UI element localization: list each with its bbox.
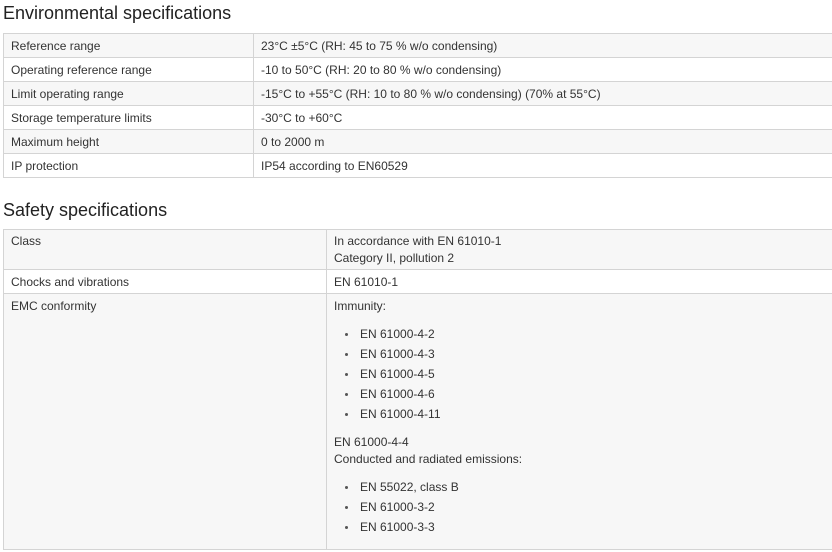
spec-value: 23°C ±5°C (RH: 45 to 75 % w/o condensing… — [253, 33, 832, 58]
list-item: EN 61000-4-11 — [345, 404, 832, 424]
spec-value: IP54 according to EN60529 — [253, 153, 832, 178]
table-row: Maximum height 0 to 2000 m — [3, 129, 832, 154]
environmental-specifications-table: Reference range 23°C ±5°C (RH: 45 to 75 … — [3, 33, 832, 178]
spec-value: -10 to 50°C (RH: 20 to 80 % w/o condensi… — [253, 57, 832, 82]
spec-label: Class — [3, 229, 327, 270]
list-item: EN 61000-4-2 — [345, 324, 832, 344]
spec-value: In accordance with EN 61010-1 Category I… — [326, 229, 832, 270]
list-item: EN 61000-4-5 — [345, 364, 832, 384]
table-row: EMC conformity Immunity: EN 61000-4-2 EN… — [3, 293, 832, 550]
emc-extra-line: EN 61000-4-4 — [334, 435, 409, 449]
table-row: Class In accordance with EN 61010-1 Cate… — [3, 229, 832, 270]
spec-value: EN 61010-1 — [326, 269, 832, 294]
list-item: EN 61000-4-3 — [345, 344, 832, 364]
environmental-specifications-title: Environmental specifications — [3, 3, 232, 23]
table-row: Limit operating range -15°C to +55°C (RH… — [3, 81, 832, 106]
list-item: EN 55022, class B — [345, 477, 832, 497]
spec-label: Maximum height — [3, 129, 254, 154]
spec-label: IP protection — [3, 153, 254, 178]
spec-value: Immunity: EN 61000-4-2 EN 61000-4-3 EN 6… — [326, 293, 832, 550]
table-row: Chocks and vibrations EN 61010-1 — [3, 269, 832, 294]
list-item: EN 61000-4-6 — [345, 384, 832, 404]
list-item: EN 61000-3-2 — [345, 497, 832, 517]
spec-label: EMC conformity — [3, 293, 327, 550]
table-row: Reference range 23°C ±5°C (RH: 45 to 75 … — [3, 33, 832, 58]
table-row: Operating reference range -10 to 50°C (R… — [3, 57, 832, 82]
spec-label: Reference range — [3, 33, 254, 58]
spec-value: -30°C to +60°C — [253, 105, 832, 130]
spec-label: Operating reference range — [3, 57, 254, 82]
safety-specifications-table: Class In accordance with EN 61010-1 Cate… — [3, 229, 832, 550]
spec-label: Chocks and vibrations — [3, 269, 327, 294]
spec-value: 0 to 2000 m — [253, 129, 832, 154]
spec-value: -15°C to +55°C (RH: 10 to 80 % w/o conde… — [253, 81, 832, 106]
safety-specifications-title: Safety specifications — [3, 200, 168, 220]
table-row: Storage temperature limits -30°C to +60°… — [3, 105, 832, 130]
list-item: EN 61000-3-3 — [345, 517, 832, 537]
emissions-list: EN 55022, class B EN 61000-3-2 EN 61000-… — [334, 477, 832, 537]
spec-label: Limit operating range — [3, 81, 254, 106]
emissions-heading: Conducted and radiated emissions: — [334, 452, 523, 466]
class-value-line: Category II, pollution 2 — [334, 251, 455, 265]
immunity-list: EN 61000-4-2 EN 61000-4-3 EN 61000-4-5 E… — [334, 324, 832, 424]
class-value-line: In accordance with EN 61010-1 — [334, 234, 502, 248]
immunity-heading: Immunity: — [334, 299, 387, 313]
table-row: IP protection IP54 according to EN60529 — [3, 153, 832, 178]
spec-label: Storage temperature limits — [3, 105, 254, 130]
